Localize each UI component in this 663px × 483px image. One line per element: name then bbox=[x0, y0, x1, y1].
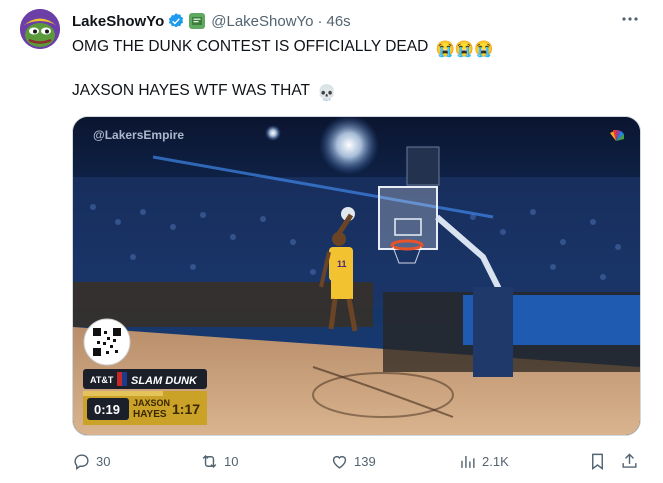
scoreboard-clock: 0:19 bbox=[94, 402, 120, 417]
views-bar-chart-icon bbox=[461, 455, 475, 468]
pepe-frog-avatar-icon bbox=[20, 9, 60, 49]
reply-icon bbox=[74, 453, 89, 470]
separator: · bbox=[317, 12, 323, 30]
qr-code bbox=[83, 318, 131, 366]
reply-button[interactable]: 30 bbox=[72, 450, 110, 472]
tweet-header: LakeShowYo @LakeShowYo · 46s bbox=[72, 11, 351, 31]
bookmark-button[interactable] bbox=[588, 450, 612, 472]
share-button[interactable] bbox=[620, 450, 644, 472]
scoreboard: AT&T SLAM DUNK 0:19 JAXSON HAYES 1:17 bbox=[83, 369, 207, 425]
retweet-icon bbox=[202, 454, 217, 468]
like-button[interactable]: 139 bbox=[330, 450, 376, 472]
bookmark-icon bbox=[592, 453, 603, 470]
heart-icon bbox=[332, 455, 347, 469]
retweet-button[interactable]: 10 bbox=[200, 450, 238, 472]
scoreboard-event: SLAM DUNK bbox=[131, 375, 198, 387]
dunk-video-frame: 11 @LakersEmpire AT&T SLAM DUNK 0:19 JAX… bbox=[73, 117, 640, 435]
tweet-text-line-2: JAXSON HAYES WTF WAS THAT 💀 bbox=[72, 81, 336, 104]
tweet-text-line-1: OMG THE DUNK CONTEST IS OFFICIALLY DEAD … bbox=[72, 37, 494, 60]
timestamp[interactable]: 46s bbox=[327, 13, 351, 30]
like-count: 139 bbox=[354, 453, 376, 469]
author-name[interactable]: LakeShowYo bbox=[72, 13, 164, 30]
tweet-text: OMG THE DUNK CONTEST IS OFFICIALLY DEAD bbox=[72, 38, 429, 55]
skull-emoji-icon: 💀 bbox=[317, 85, 337, 102]
avatar[interactable] bbox=[20, 9, 60, 49]
tweet-text: JAXSON HAYES WTF WAS THAT bbox=[72, 82, 310, 99]
watermark-text: @LakersEmpire bbox=[93, 128, 184, 142]
tweet-card[interactable]: LakeShowYo @LakeShowYo · 46s OMG THE DUN… bbox=[0, 0, 663, 483]
more-options-icon[interactable] bbox=[619, 8, 641, 30]
loudly-crying-emoji-icon: 😭😭😭 bbox=[435, 41, 494, 58]
retweet-count: 10 bbox=[224, 453, 239, 469]
verified-badge-icon bbox=[167, 12, 185, 30]
views-count: 2.1K bbox=[482, 453, 509, 469]
scoreboard-score: 1:17 bbox=[172, 401, 200, 417]
video-media[interactable]: 11 @LakersEmpire AT&T SLAM DUNK 0:19 JAX… bbox=[72, 116, 641, 436]
reply-count: 30 bbox=[96, 453, 111, 469]
scoreboard-player-last: HAYES bbox=[133, 409, 167, 420]
views-button[interactable]: 2.1K bbox=[458, 450, 509, 472]
share-icon bbox=[622, 452, 637, 468]
affiliate-badge-icon[interactable] bbox=[189, 13, 206, 29]
scoreboard-sponsor: AT&T bbox=[90, 375, 114, 385]
author-handle[interactable]: @LakeShowYo bbox=[211, 13, 313, 30]
tweet-actions: 30 10 139 2.1K bbox=[72, 450, 641, 472]
scoreboard-player-first: JAXSON bbox=[133, 398, 170, 408]
jersey-number: 11 bbox=[337, 259, 347, 269]
